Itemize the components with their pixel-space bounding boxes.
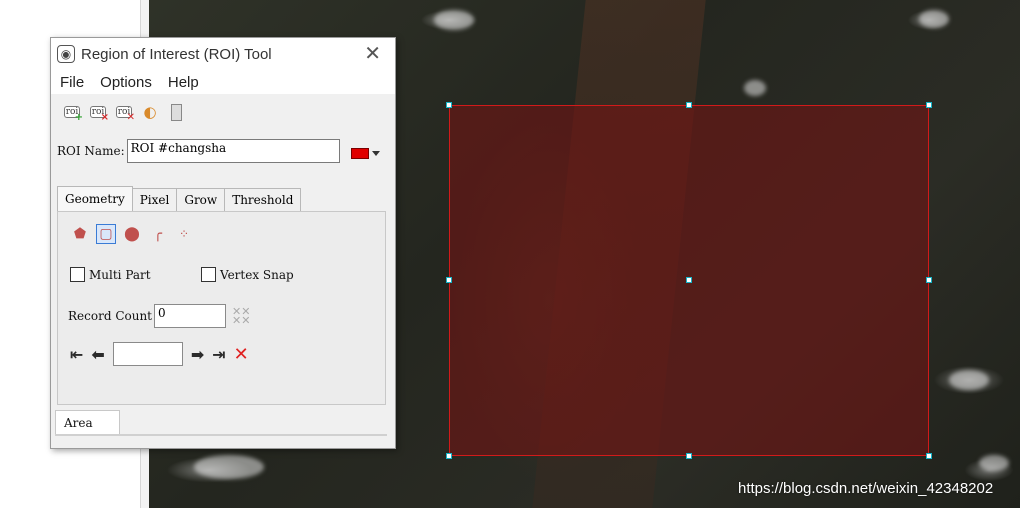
roi-handle[interactable] — [926, 277, 932, 283]
clear-records-icon: ✕✕ ✕✕ — [232, 305, 251, 327]
cloud — [919, 10, 949, 28]
delete-record-icon[interactable]: ✕ — [234, 344, 249, 365]
vertex-snap-checkbox[interactable] — [201, 267, 216, 282]
vertex-snap-checkbox-row[interactable]: Vertex Snap — [201, 267, 294, 282]
tab-bar: Geometry Pixel Grow Threshold — [57, 186, 302, 211]
roi-handle[interactable] — [686, 453, 692, 459]
tab-pixel[interactable]: Pixel — [131, 188, 178, 211]
close-icon[interactable]: ✕ — [364, 42, 381, 64]
roi-color-dropdown[interactable] — [351, 148, 380, 159]
tab-area[interactable]: Area — [55, 410, 120, 434]
area-panel-edge — [55, 434, 387, 436]
tab-grow[interactable]: Grow — [176, 188, 226, 211]
roi-stats-icon[interactable] — [166, 103, 186, 121]
toolbar: roi + roi × roi ✕ ◐ — [51, 94, 395, 130]
cloud — [979, 455, 1009, 471]
vertex-snap-label: Vertex Snap — [220, 267, 294, 282]
app-icon: ◉ — [57, 45, 75, 63]
area-tab-label: Area — [64, 415, 93, 430]
roi-handle[interactable] — [446, 453, 452, 459]
roi-properties-icon[interactable]: ◐ — [140, 103, 160, 121]
multi-part-label: Multi Part — [89, 267, 151, 282]
rectangle-icon[interactable]: ▢ — [96, 224, 116, 244]
record-navigation: ⇤ ⬅ ➡ ⇥ ✕ — [70, 342, 249, 366]
title-bar[interactable]: ◉ Region of Interest (ROI) Tool ✕ — [51, 38, 395, 70]
chevron-down-icon — [372, 151, 380, 156]
multi-part-checkbox[interactable] — [70, 267, 85, 282]
menu-bar: File Options Help — [51, 70, 395, 94]
roi-name-input[interactable]: ROI #changsha — [126, 139, 340, 163]
roi-name-label: ROI Name: — [57, 144, 125, 158]
delete-roi-icon[interactable]: roi × — [88, 103, 109, 123]
roi-name-row: ROI Name: ROI #changsha — [57, 139, 340, 163]
tab-geometry[interactable]: Geometry — [57, 186, 133, 211]
roi-handle[interactable] — [446, 277, 452, 283]
first-record-icon[interactable]: ⇤ — [70, 345, 83, 364]
menu-help[interactable]: Help — [168, 74, 199, 91]
watermark-text: https://blog.csdn.net/weixin_42348202 — [738, 480, 994, 497]
roi-handle[interactable] — [686, 277, 692, 283]
window-title: Region of Interest (ROI) Tool — [81, 45, 272, 63]
cloud — [949, 370, 989, 390]
tab-threshold[interactable]: Threshold — [224, 188, 302, 211]
polyline-icon[interactable]: ╭ — [148, 224, 168, 244]
point-icon[interactable]: ⁘ — [174, 224, 194, 244]
roi-tool-dialog: ◉ Region of Interest (ROI) Tool ✕ File O… — [50, 37, 396, 449]
menu-file[interactable]: File — [60, 74, 84, 91]
last-record-icon[interactable]: ⇥ — [212, 345, 225, 364]
record-index-input[interactable] — [112, 342, 183, 366]
delete-all-roi-icon[interactable]: roi ✕ — [114, 103, 135, 123]
next-record-icon[interactable]: ➡ — [191, 345, 204, 364]
roi-handle[interactable] — [926, 102, 932, 108]
cloud — [434, 10, 474, 30]
previous-record-icon[interactable]: ⬅ — [91, 345, 104, 364]
record-count-input[interactable]: 0 — [154, 304, 226, 328]
geometry-tools: ⬟ ▢ ⬤ ╭ ⁘ — [70, 224, 194, 244]
menu-options[interactable]: Options — [100, 74, 152, 91]
roi-handle[interactable] — [446, 102, 452, 108]
record-count-row: Record Count 0 ✕✕ ✕✕ — [68, 304, 250, 328]
multi-part-checkbox-row[interactable]: Multi Part — [70, 267, 151, 282]
record-count-label: Record Count — [68, 309, 152, 323]
ellipse-icon[interactable]: ⬤ — [122, 224, 142, 244]
polygon-icon[interactable]: ⬟ — [70, 224, 90, 244]
color-swatch — [351, 148, 369, 159]
new-roi-icon[interactable]: roi + — [62, 103, 83, 123]
cloud — [194, 455, 264, 479]
roi-handle[interactable] — [926, 453, 932, 459]
geometry-panel: ⬟ ▢ ⬤ ╭ ⁘ Multi Part Vertex Snap Record … — [57, 211, 386, 405]
cloud — [744, 80, 766, 96]
roi-handle[interactable] — [686, 102, 692, 108]
